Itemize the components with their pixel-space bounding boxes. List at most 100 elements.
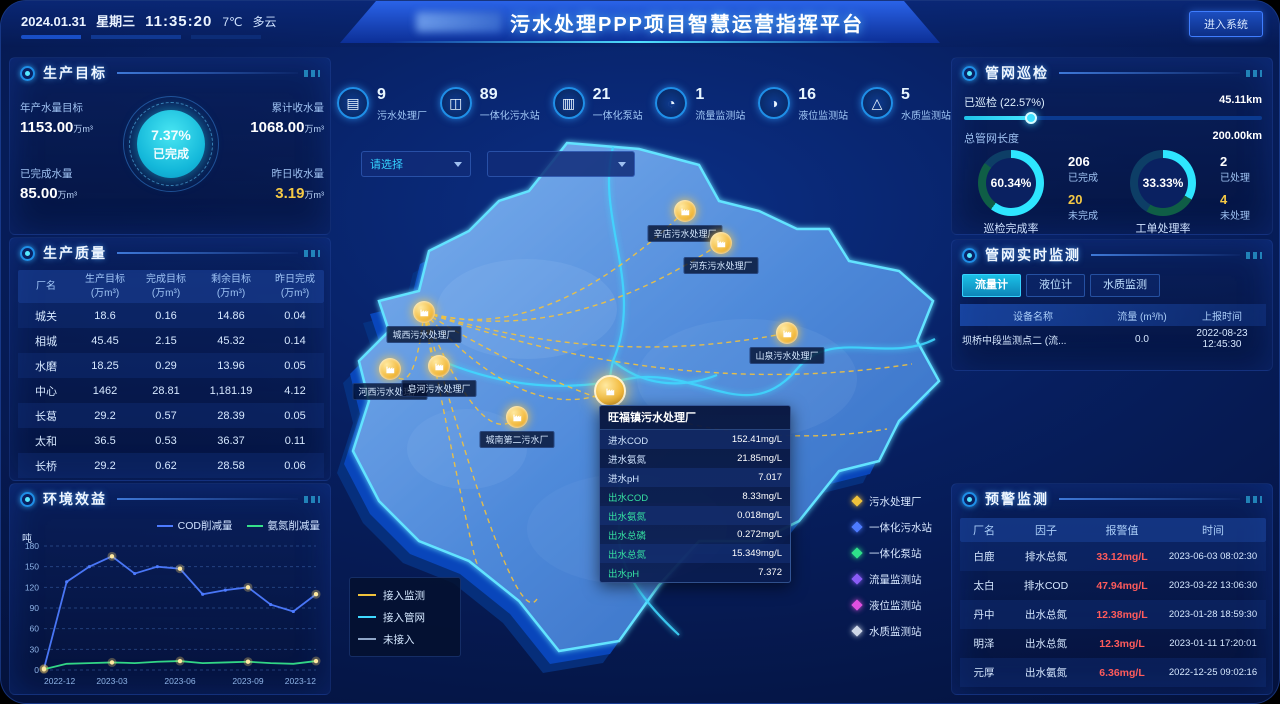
- area-select[interactable]: 请选择: [361, 151, 471, 177]
- legend-swatch: [247, 525, 263, 527]
- stat-unit: 万m³: [305, 124, 325, 134]
- table-cell: 2.15: [136, 335, 196, 347]
- table-cell: 45.45: [74, 335, 136, 347]
- panel-header: 预警监测: [952, 484, 1272, 514]
- legend-label: 接入监测: [383, 588, 425, 603]
- stat-count: 1: [695, 87, 745, 103]
- cell-alarm-value: 47.94mg/L: [1084, 580, 1160, 592]
- popup-row: 出水氨氮0.018mg/L: [600, 506, 790, 525]
- plant-marker[interactable]: [428, 355, 450, 377]
- legend-dot: [851, 547, 862, 558]
- target-stat: 累计收水量1068.00万m³: [216, 100, 324, 136]
- legend-line: [358, 594, 376, 596]
- table-header-row: 厂名因子报警值时间: [960, 518, 1266, 542]
- panel-more-decoration: [1246, 496, 1262, 503]
- stat-unit: 万m³: [58, 190, 78, 200]
- stat-label: 年产水量目标: [20, 100, 128, 115]
- plant-marker[interactable]: [674, 200, 696, 222]
- stat-text: 16液位监测站: [798, 87, 848, 122]
- enter-system-button[interactable]: 进入系统: [1189, 11, 1263, 37]
- popup-row: 进水COD152.41mg/L: [600, 430, 790, 449]
- plant-marker[interactable]: [776, 322, 798, 344]
- stat-processed: 2 已处理: [1220, 154, 1250, 184]
- table-row: 明泽出水总氮12.3mg/L2023-01-11 17:20:01: [960, 629, 1266, 658]
- table-cell: 0.53: [136, 435, 196, 447]
- stat-undone: 20 未完成: [1068, 192, 1098, 222]
- weekday-label: 星期三: [96, 11, 135, 30]
- panel-pipe-inspection: 管网巡检 已巡检 (22.57%) 45.11km 总管网长度 200.00km…: [951, 57, 1273, 235]
- table-cell: 36.37: [196, 435, 266, 447]
- date-label: 2024.01.31: [21, 14, 86, 29]
- table-row: 城关18.60.1614.860.04: [18, 303, 324, 328]
- plant-marker[interactable]: [506, 406, 528, 428]
- stat-value: 1153.00万m³: [20, 119, 128, 136]
- workorder-donut-stats: 2 已处理 4 未处理: [1220, 154, 1250, 230]
- chevron-down-icon: [454, 162, 462, 167]
- header-line: [1091, 254, 1240, 256]
- popup-row-label: 出水总氮: [608, 547, 646, 561]
- table-cell: 36.5: [74, 435, 136, 447]
- slider-knob[interactable]: [1025, 112, 1037, 124]
- stat-count: 9: [377, 87, 427, 103]
- plant-marker[interactable]: [594, 375, 626, 407]
- legend-label: 污水处理厂: [869, 494, 922, 509]
- panel-title: 预警监测: [985, 489, 1049, 509]
- svg-text:2023-09: 2023-09: [232, 676, 263, 686]
- monitor-icon: [962, 248, 977, 263]
- cell-time: 2023-01-11 17:20:01: [1160, 638, 1266, 649]
- tab-0[interactable]: 流量计: [962, 274, 1021, 297]
- total-length-value: 200.00km: [1212, 130, 1262, 146]
- marker-legend: 污水处理厂一体化污水站一体化泵站流量监测站液位监测站水质监测站: [853, 488, 957, 644]
- table-cell: 14.86: [196, 310, 266, 322]
- factory-icon: [511, 411, 523, 423]
- panel-alarm-monitoring: 预警监测 厂名因子报警值时间 白鹿排水总氮33.12mg/L2023-06-03…: [951, 483, 1273, 695]
- table-cell: 0.04: [266, 310, 324, 322]
- panel-header: 生产质量: [10, 238, 330, 268]
- panel-more-decoration: [304, 250, 320, 257]
- access-legend: 接入监测接入管网未接入: [349, 577, 461, 657]
- redacted-logo: [416, 12, 502, 32]
- factory-icon: [433, 360, 445, 372]
- legend-item: 一体化泵站: [853, 540, 957, 566]
- table-cell: 28.81: [136, 385, 196, 397]
- tab-2[interactable]: 水质监测: [1090, 274, 1160, 297]
- tab-1[interactable]: 液位计: [1026, 274, 1085, 297]
- plant-marker[interactable]: [413, 301, 435, 323]
- plant-marker[interactable]: [379, 358, 401, 380]
- svg-text:2023-03: 2023-03: [96, 676, 127, 686]
- cell-time: 2023-06-03 08:02:30: [1160, 551, 1266, 562]
- cell-alarm-value: 12.3mg/L: [1084, 638, 1160, 650]
- column-name: 昨日完成: [266, 273, 324, 287]
- legend-label: 接入管网: [383, 610, 425, 625]
- table-row: 坝桥中段监测点二 (流...0.02022-08-23 12:45:30: [960, 326, 1266, 352]
- stat-label: 已完成水量: [20, 166, 128, 181]
- table-row: 水磨18.250.2913.960.05: [18, 353, 324, 378]
- column-header: 流量 (m³/h): [1106, 308, 1178, 323]
- facility-stat: ◔1流量监测站: [655, 87, 745, 135]
- legend-item: 接入监测: [358, 584, 452, 606]
- slider-fill: [964, 116, 1031, 120]
- datetime-block: 2024.01.31 星期三 11:35:20 7℃ 多云: [21, 11, 276, 30]
- production-table: 厂名生产目标(万m³)完成目标(万m³)剩余目标(万m³)昨日完成(万m³) 城…: [18, 270, 324, 478]
- panel-title: 生产目标: [43, 63, 107, 83]
- stat-label: 昨日收水量: [216, 166, 324, 181]
- column-name: 生产目标: [74, 273, 136, 287]
- legend-label: 液位监测站: [869, 598, 922, 613]
- plant-marker[interactable]: [710, 232, 732, 254]
- stat-text: 5水质监测站: [901, 87, 951, 122]
- panel-more-decoration: [304, 496, 320, 503]
- table-cell: 18.25: [74, 360, 136, 372]
- popup-row: 进水pH7.017: [600, 468, 790, 487]
- panel-title: 生产质量: [43, 243, 107, 263]
- svg-text:60: 60: [30, 624, 40, 634]
- plant-detail-popup: 旺福镇污水处理厂 进水COD152.41mg/L进水氨氮21.85mg/L进水p…: [599, 405, 791, 583]
- area-select-value: 请选择: [370, 156, 403, 172]
- table-cell: 0.57: [136, 410, 196, 422]
- station-select[interactable]: [487, 151, 635, 177]
- table-cell: 0.11: [266, 435, 324, 447]
- weather-label: 多云: [252, 13, 276, 30]
- stat-count: 21: [593, 87, 643, 103]
- legend-item: 接入管网: [358, 606, 452, 628]
- realtime-tabs: 流量计液位计水质监测: [962, 274, 1160, 297]
- table-cell: 0.62: [136, 460, 196, 472]
